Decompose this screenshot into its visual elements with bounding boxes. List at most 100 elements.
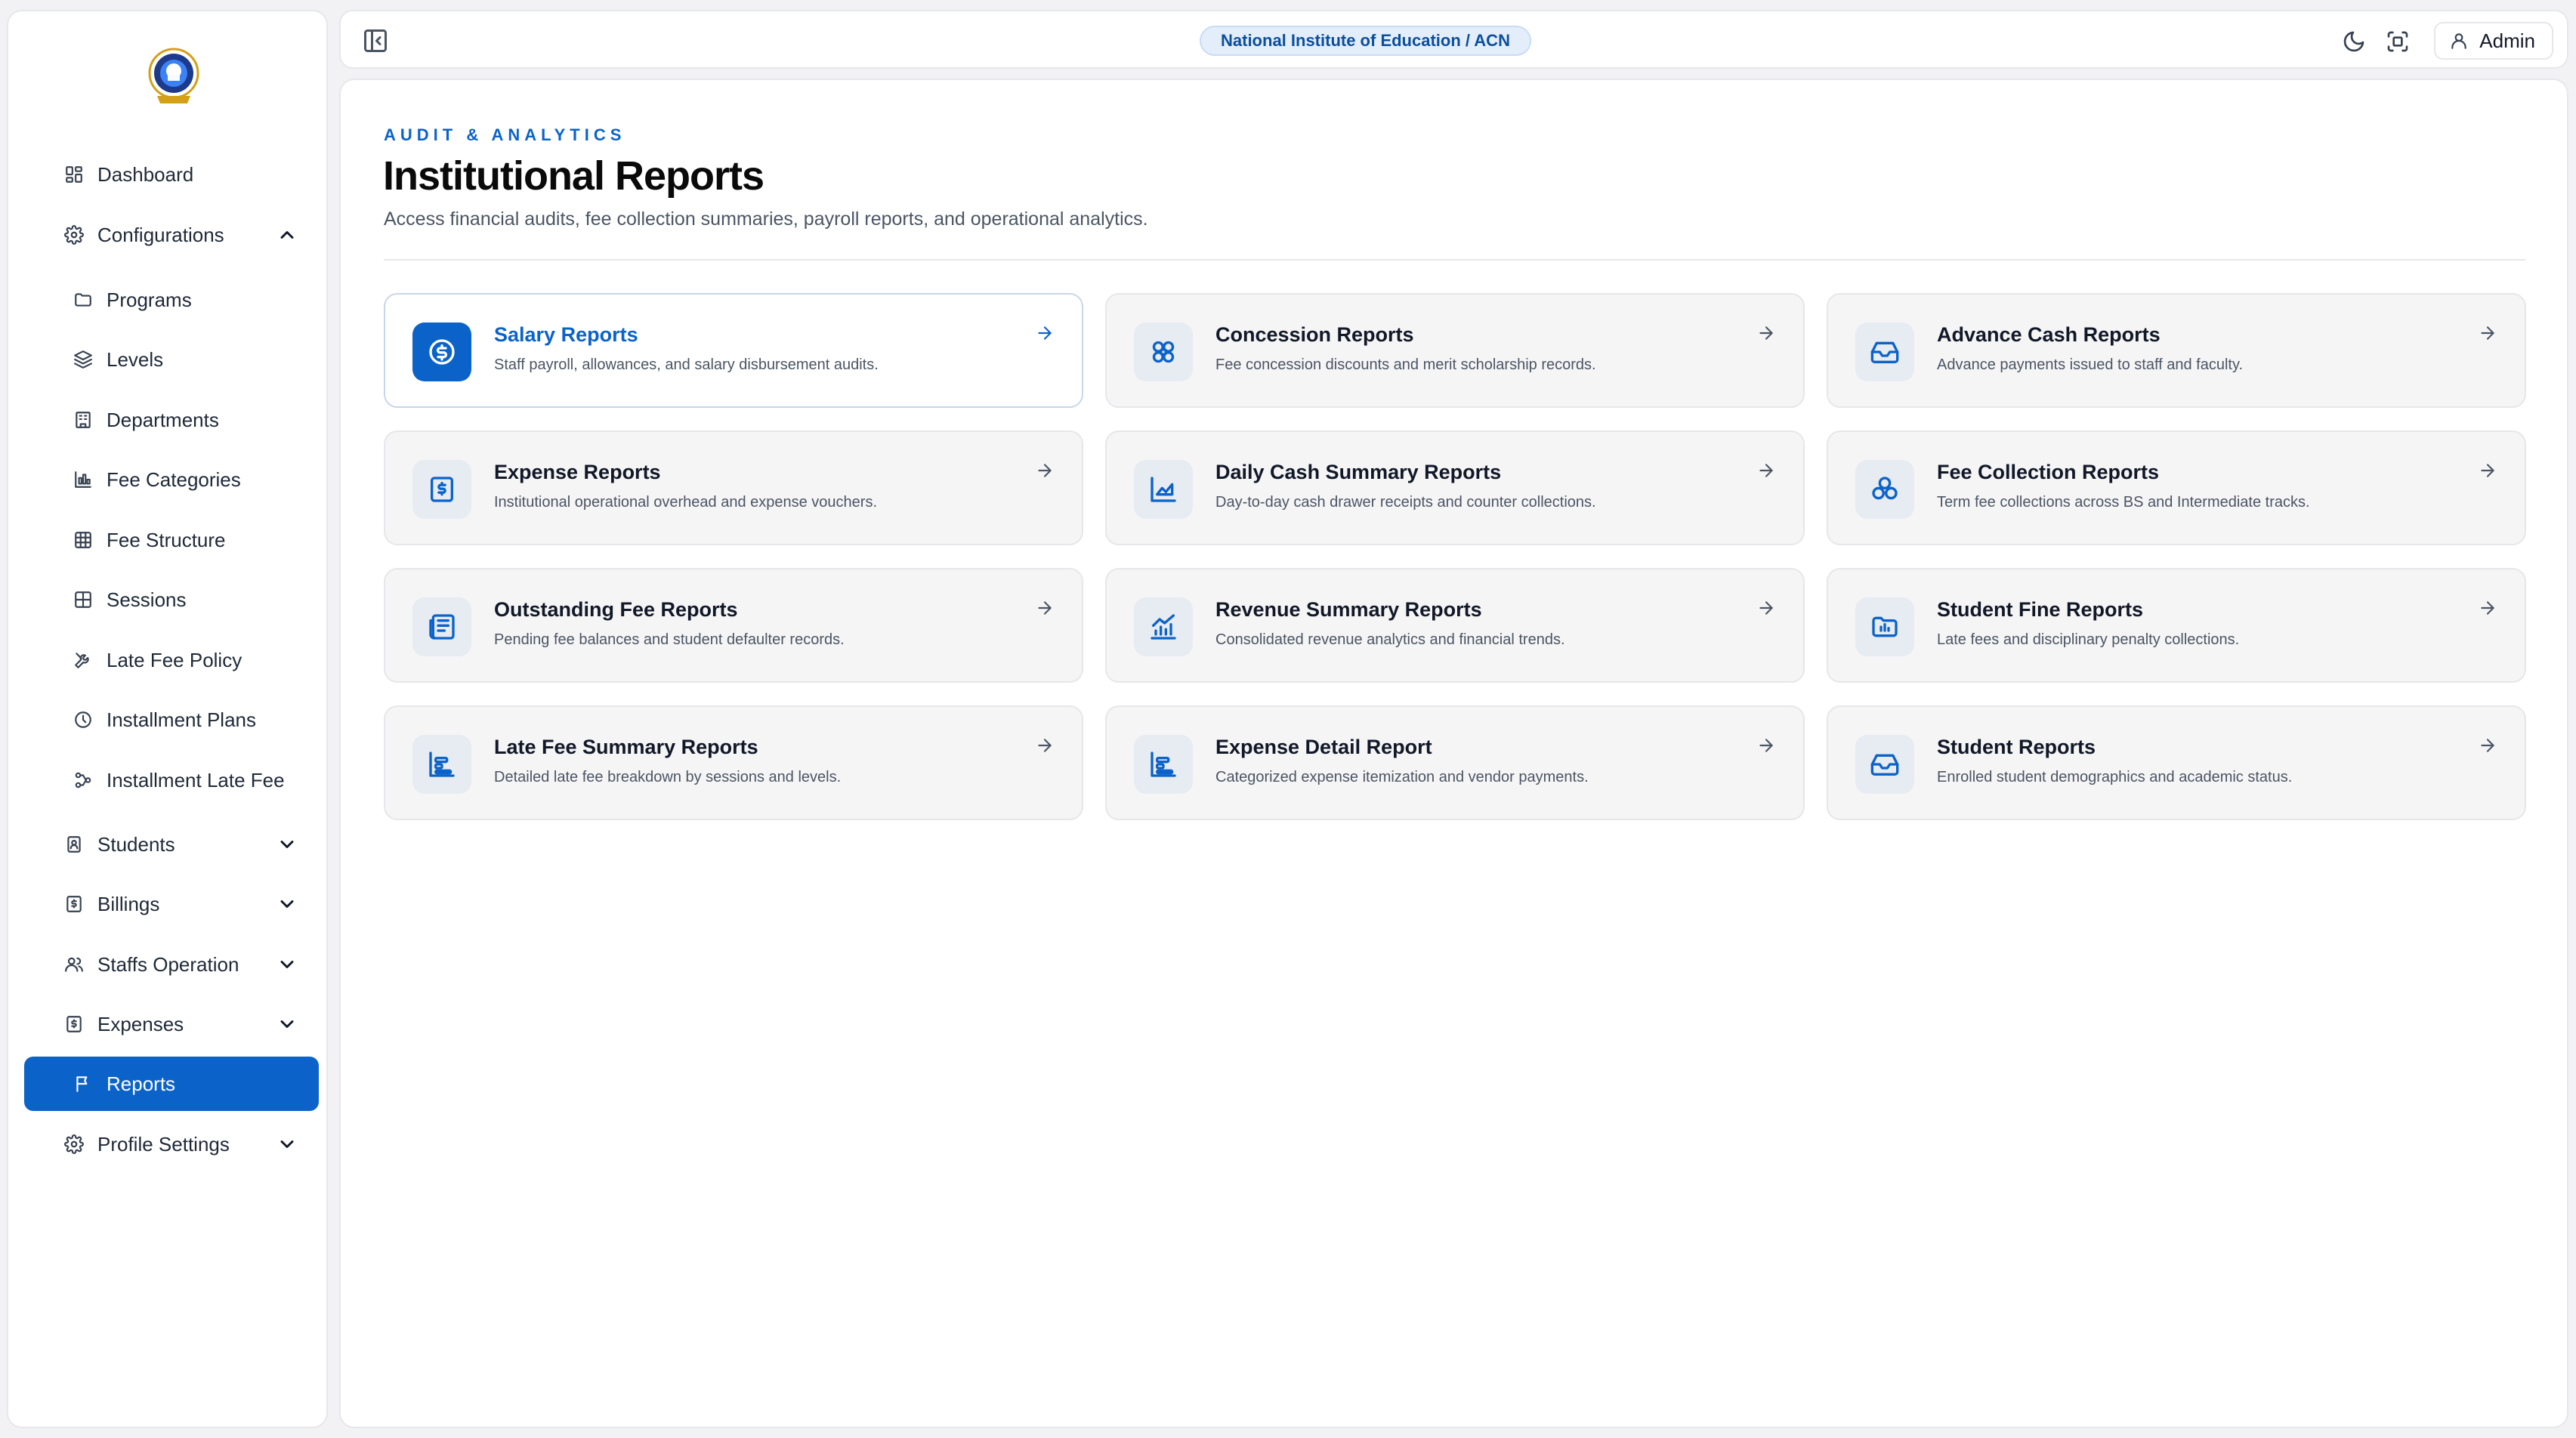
report-card-advance-cash-reports[interactable]: Advance Cash Reports Advance payments iss… bbox=[1827, 293, 2526, 408]
flag-icon bbox=[72, 1072, 94, 1095]
report-card-outstanding-fee-reports[interactable]: Outstanding Fee Reports Pending fee balan… bbox=[384, 568, 1083, 683]
sidebar-item-sessions[interactable]: Sessions bbox=[24, 572, 319, 627]
report-title: Expense Detail Report bbox=[1215, 736, 1432, 758]
report-card-expense-reports[interactable]: Expense Reports Institutional operational… bbox=[384, 430, 1083, 545]
report-title: Daily Cash Summary Reports bbox=[1215, 461, 1502, 483]
report-title: Late Fee Summary Reports bbox=[494, 736, 758, 758]
report-title: Salary Reports bbox=[494, 323, 638, 346]
dollar-circle-icon bbox=[412, 322, 471, 381]
sidebar-item-label: Staffs Operation bbox=[97, 952, 239, 976]
report-description: Day-to-day cash drawer receipts and coun… bbox=[1215, 494, 1596, 511]
sidebar-item-installment-plans[interactable]: Installment Plans bbox=[24, 693, 319, 747]
sidebar-collapse-icon[interactable] bbox=[362, 27, 389, 54]
gantt-icon bbox=[412, 735, 471, 794]
arrow-right-icon bbox=[1035, 461, 1055, 480]
gear-icon bbox=[63, 1133, 85, 1156]
chevron-down-icon[interactable] bbox=[276, 1134, 298, 1155]
report-title: Concession Reports bbox=[1215, 323, 1414, 346]
page-subtitle: Access financial audits, fee collection … bbox=[384, 208, 1148, 230]
admin-account-button[interactable]: Admin bbox=[2434, 22, 2553, 60]
sidebar-item-departments[interactable]: Departments bbox=[24, 393, 319, 447]
report-description: Late fees and disciplinary penalty colle… bbox=[1937, 631, 2240, 648]
moon-icon[interactable] bbox=[2342, 29, 2366, 54]
chevron-down-icon[interactable] bbox=[276, 834, 298, 855]
chevron-down-icon[interactable] bbox=[276, 893, 298, 915]
inbox-icon bbox=[1855, 322, 1914, 381]
report-card-fee-collection-reports[interactable]: Fee Collection Reports Term fee collectio… bbox=[1827, 430, 2526, 545]
report-description: Consolidated revenue analytics and finan… bbox=[1215, 631, 1565, 648]
arrow-right-icon bbox=[1756, 461, 1776, 480]
sidebar-item-staffs-operation[interactable]: Staffs Operation bbox=[24, 937, 319, 992]
report-description: Term fee collections across BS and Inter… bbox=[1937, 494, 2310, 511]
report-description: Advance payments issued to staff and fac… bbox=[1937, 356, 2244, 373]
report-card-student-fine-reports[interactable]: Student Fine Reports Late fees and discip… bbox=[1827, 568, 2526, 683]
chevron-down-icon[interactable] bbox=[276, 954, 298, 975]
sidebar-item-label: Installment Late Fee bbox=[107, 768, 285, 792]
report-title: Outstanding Fee Reports bbox=[494, 598, 738, 621]
sidebar-item-late-fee-policy[interactable]: Late Fee Policy bbox=[24, 633, 319, 687]
nodes-icon bbox=[72, 769, 94, 792]
sidebar-item-label: Programs bbox=[107, 288, 192, 311]
sidebar-item-label: Reports bbox=[107, 1072, 176, 1095]
sidebar-item-fee-structure[interactable]: Fee Structure bbox=[24, 513, 319, 567]
sidebar-item-fee-categories[interactable]: Fee Categories bbox=[24, 452, 319, 507]
report-card-revenue-summary-reports[interactable]: Revenue Summary Reports Consolidated reve… bbox=[1105, 568, 1805, 683]
sidebar-item-label: Expenses bbox=[97, 1012, 184, 1035]
page-title: Institutional Reports bbox=[383, 153, 764, 199]
bar-chart-icon bbox=[72, 468, 94, 491]
arrow-right-icon bbox=[2478, 461, 2497, 480]
user-icon bbox=[2451, 33, 2467, 49]
area-chart-icon bbox=[1134, 460, 1193, 519]
arrow-right-icon bbox=[2478, 736, 2497, 755]
report-card-concession-reports[interactable]: Concession Reports Fee concession discoun… bbox=[1105, 293, 1805, 408]
sidebar-item-label: Installment Plans bbox=[107, 708, 256, 731]
layers-icon bbox=[72, 348, 94, 371]
sidebar: Dashboard Configurations Programs Levels Dep… bbox=[7, 10, 328, 1428]
id-card-icon bbox=[63, 833, 85, 856]
institution-logo[interactable] bbox=[147, 46, 201, 106]
arrow-right-icon bbox=[1756, 598, 1776, 618]
fullscreen-icon[interactable] bbox=[2386, 29, 2410, 54]
sidebar-item-label: Students bbox=[97, 832, 175, 856]
report-description: Categorized expense itemization and vend… bbox=[1215, 769, 1589, 785]
arrow-right-icon bbox=[1035, 598, 1055, 618]
sidebar-item-reports[interactable]: Reports bbox=[24, 1057, 319, 1111]
report-title: Fee Collection Reports bbox=[1937, 461, 2160, 483]
users-icon bbox=[63, 953, 85, 976]
sidebar-item-installment-late-fee[interactable]: Installment Late Fee bbox=[24, 753, 319, 807]
report-card-student-reports[interactable]: Student Reports Enrolled student demograp… bbox=[1827, 705, 2526, 820]
dollar-doc-icon bbox=[412, 460, 471, 519]
arrow-right-icon bbox=[1756, 323, 1776, 343]
grid-square-icon bbox=[72, 588, 94, 611]
chevron-down-icon[interactable] bbox=[276, 1014, 298, 1035]
sidebar-item-label: Profile Settings bbox=[97, 1132, 230, 1156]
report-title: Expense Reports bbox=[494, 461, 661, 483]
sidebar-item-billings[interactable]: Billings bbox=[24, 877, 319, 931]
sidebar-item-expenses[interactable]: Expenses bbox=[24, 997, 319, 1051]
institution-badge: National Institute of Education / ACN bbox=[1200, 26, 1531, 56]
header-divider bbox=[384, 259, 2525, 261]
coins-icon bbox=[1855, 460, 1914, 519]
trend-chart-icon bbox=[1134, 597, 1193, 656]
sidebar-item-levels[interactable]: Levels bbox=[24, 332, 319, 387]
report-description: Fee concession discounts and merit schol… bbox=[1215, 356, 1596, 373]
sidebar-item-label: Billings bbox=[97, 892, 160, 915]
sidebar-item-dashboard[interactable]: Dashboard bbox=[24, 147, 319, 202]
report-card-late-fee-summary-reports[interactable]: Late Fee Summary Reports Detailed late fe… bbox=[384, 705, 1083, 820]
report-card-salary-reports[interactable]: Salary Reports Staff payroll, allowances,… bbox=[384, 293, 1083, 408]
sidebar-item-label: Levels bbox=[107, 347, 164, 371]
report-description: Enrolled student demographics and academ… bbox=[1937, 769, 2293, 785]
sidebar-item-label: Fee Structure bbox=[107, 528, 226, 551]
report-card-daily-cash-summary-reports[interactable]: Daily Cash Summary Reports Day-to-day cas… bbox=[1105, 430, 1805, 545]
report-card-expense-detail-report[interactable]: Expense Detail Report Categorized expense… bbox=[1105, 705, 1805, 820]
sidebar-item-students[interactable]: Students bbox=[24, 817, 319, 872]
report-title: Student Fine Reports bbox=[1937, 598, 2144, 621]
admin-label: Admin bbox=[2479, 29, 2535, 52]
chevron-up-icon[interactable] bbox=[276, 224, 298, 245]
sidebar-item-programs[interactable]: Programs bbox=[24, 273, 319, 327]
section-eyebrow: AUDIT & ANALYTICS bbox=[384, 125, 626, 144]
report-description: Detailed late fee breakdown by sessions … bbox=[494, 769, 842, 785]
sidebar-item-profile-settings[interactable]: Profile Settings bbox=[24, 1117, 319, 1171]
sidebar-item-configurations[interactable]: Configurations bbox=[24, 208, 319, 262]
arrow-right-icon bbox=[1756, 736, 1776, 755]
